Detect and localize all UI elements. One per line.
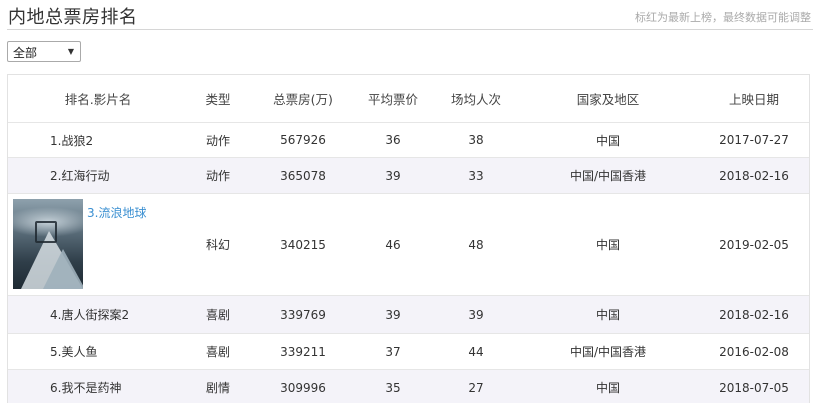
category-filter-select[interactable]: 全部 ▼	[7, 41, 81, 62]
movie-genre: 动作	[205, 169, 230, 183]
movie-genre: 动作	[205, 133, 230, 148]
movie-region: 中国/中国香港	[569, 169, 647, 183]
movie-total-box-office: 365078	[280, 168, 326, 183]
movie-release-date: 2018-07-05	[719, 380, 789, 395]
column-header-total-box-office: 总票房(万)	[273, 92, 333, 107]
header-note: 标红为最新上榜，最终数据可能调整	[635, 11, 811, 24]
movie-release-date: 2018-02-16	[719, 307, 789, 322]
movie-title[interactable]: 2.红海行动	[50, 158, 109, 193]
table-row[interactable]: 1.战狼2 动作 567926 36 38 中国 2017-07-27	[8, 123, 809, 158]
movie-title[interactable]: 5.美人鱼	[50, 334, 97, 369]
chevron-down-icon: ▼	[67, 47, 74, 56]
movie-avg-price: 39	[385, 168, 401, 183]
movie-genre: 科幻	[205, 238, 230, 252]
movie-total-box-office: 309996	[280, 380, 326, 395]
movie-release-date: 2019-02-05	[719, 237, 789, 252]
page-header: 内地总票房排名 标红为最新上榜，最终数据可能调整	[7, 0, 813, 30]
movie-poster-image[interactable]	[13, 199, 83, 289]
movie-total-box-office: 340215	[280, 237, 326, 252]
column-header-release-date: 上映日期	[728, 92, 779, 107]
table-row[interactable]: 4.唐人街探案2 喜剧 339769 39 39 中国 2018-02-16	[8, 296, 809, 334]
movie-genre: 喜剧	[205, 308, 230, 322]
movie-total-box-office: 567926	[280, 133, 326, 147]
movie-title[interactable]: 1.战狼2	[50, 123, 93, 157]
movie-avg-price: 39	[385, 307, 401, 322]
movie-avg-price: 46	[385, 237, 401, 252]
movie-title[interactable]: 4.唐人街探案2	[50, 296, 129, 333]
movie-region: 中国	[595, 308, 620, 322]
table-row[interactable]: 6.我不是药神 剧情 309996 35 27 中国 2018-07-05	[8, 370, 809, 403]
movie-avg-audience: 27	[468, 380, 484, 395]
movie-avg-audience: 44	[468, 344, 484, 359]
movie-title-link[interactable]: 3.流浪地球	[87, 204, 146, 221]
movie-avg-audience: 38	[468, 133, 484, 147]
movie-release-date: 2018-02-16	[719, 168, 789, 183]
column-header-avg-price: 平均票价	[367, 92, 418, 107]
movie-genre: 剧情	[205, 381, 230, 395]
movie-total-box-office: 339211	[280, 344, 326, 359]
movie-total-box-office: 339769	[280, 307, 326, 322]
page-title: 内地总票房排名	[8, 7, 138, 28]
movie-region: 中国/中国香港	[569, 345, 647, 359]
table-row[interactable]: 2.红海行动 动作 365078 39 33 中国/中国香港 2018-02-1…	[8, 158, 809, 194]
movie-title[interactable]: 6.我不是药神	[50, 370, 121, 403]
movie-avg-audience: 39	[468, 307, 484, 322]
movie-avg-price: 35	[385, 380, 401, 395]
table-row[interactable]: 5.美人鱼 喜剧 339211 37 44 中国/中国香港 2016-02-08	[8, 334, 809, 370]
column-header-region: 国家及地区	[576, 92, 640, 107]
movie-avg-price: 36	[385, 133, 401, 147]
movie-region: 中国	[595, 133, 620, 148]
category-filter-value: 全部	[13, 46, 38, 60]
movie-avg-audience: 33	[468, 168, 484, 183]
movie-genre: 喜剧	[205, 345, 230, 359]
movie-release-date: 2017-07-27	[719, 133, 789, 147]
movie-region: 中国	[595, 381, 620, 395]
column-header-rank-title: 排名.影片名	[64, 92, 132, 107]
column-header-avg-audience: 场均人次	[450, 92, 501, 107]
column-header-genre: 类型	[205, 92, 231, 107]
box-office-table: 排名.影片名 类型 总票房(万) 平均票价 场均人次 国家及地区 上映日期 1.…	[7, 74, 810, 403]
movie-region: 中国	[595, 238, 620, 252]
movie-avg-audience: 48	[468, 237, 484, 252]
table-row-featured[interactable]: 3.流浪地球 科幻 340215 46 48 中国 2019-02-05	[8, 194, 809, 296]
movie-avg-price: 37	[385, 344, 401, 359]
movie-release-date: 2016-02-08	[719, 344, 789, 359]
table-header-row: 排名.影片名 类型 总票房(万) 平均票价 场均人次 国家及地区 上映日期	[8, 75, 809, 123]
